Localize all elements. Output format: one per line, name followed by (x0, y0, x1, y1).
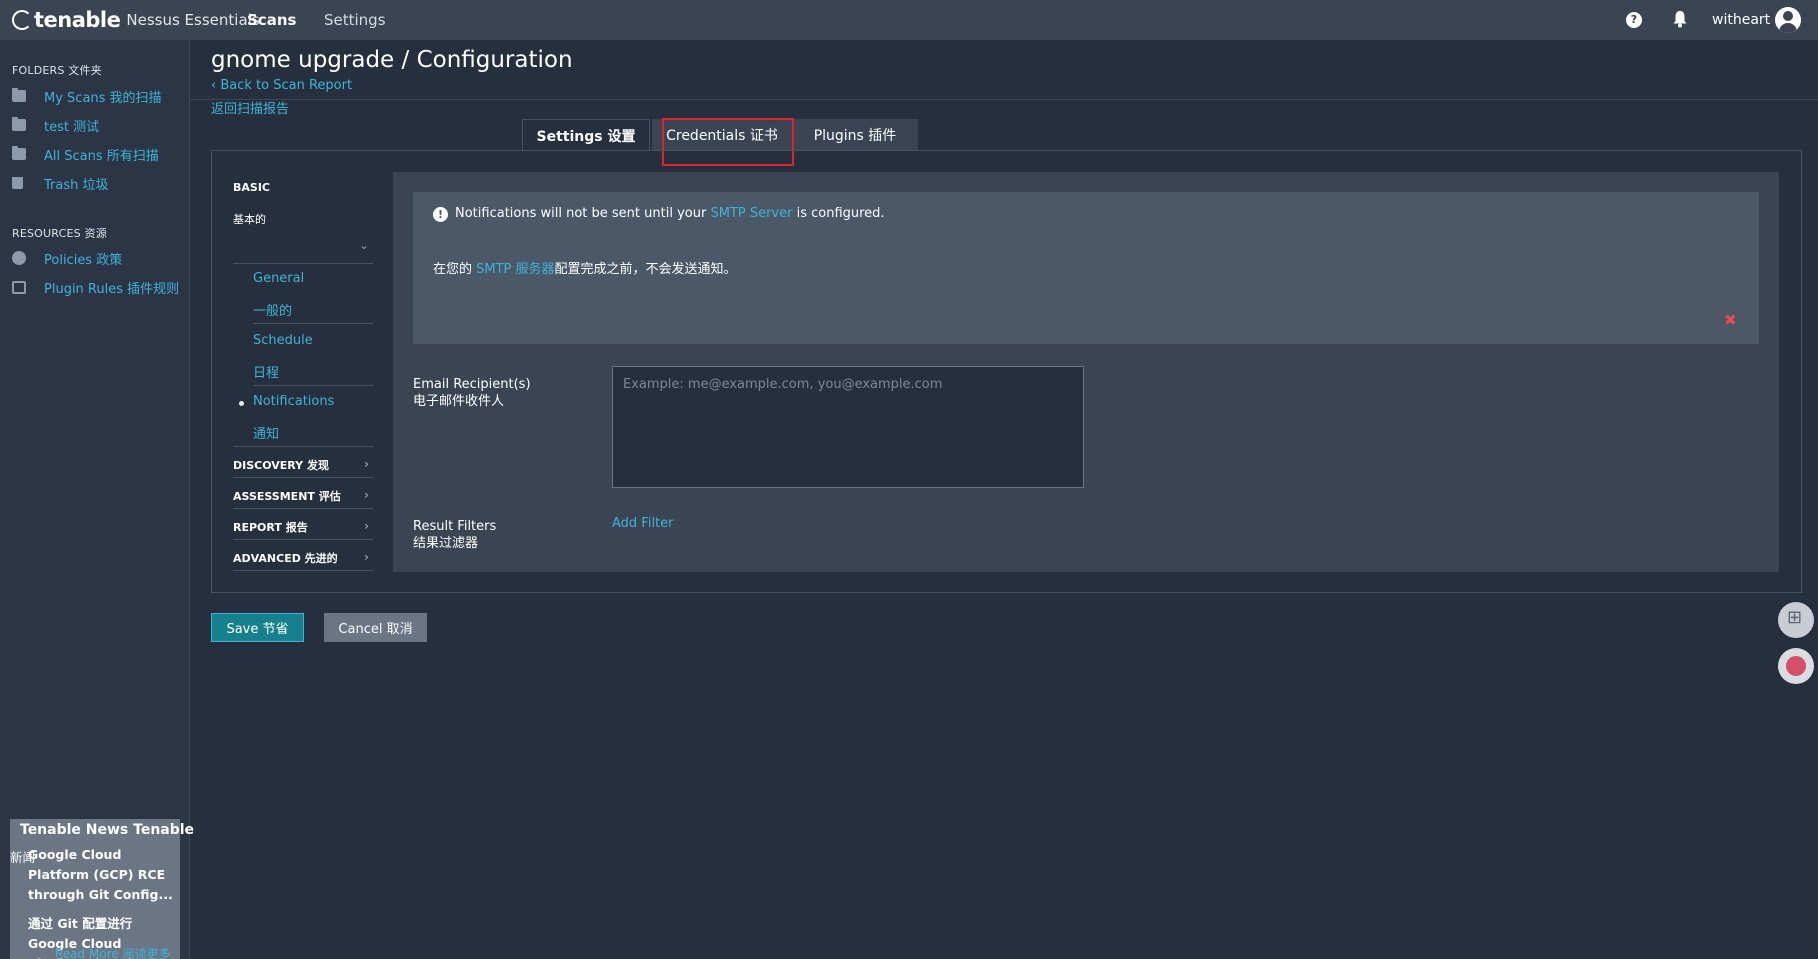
folder-icon (12, 146, 26, 160)
top-bar: tenable Nessus Essentials Scans Settings… (0, 0, 1818, 40)
alert-message-cn: 在您的 SMTP 服务器配置完成之前，不会发送通知。 (433, 262, 737, 277)
folder-icon (12, 117, 26, 131)
sidebar-item-test[interactable]: test 测试 (12, 115, 99, 135)
tenable-logo[interactable]: tenable Nessus Essentials (12, 8, 260, 32)
sidebar-item-label: All Scans 所有扫描 (44, 148, 159, 164)
section-assessment[interactable]: ASSESSMENT 评估 › (233, 488, 373, 504)
brand-name: tenable (34, 8, 121, 32)
settings-panel: BASIC 基本的 ⌄ General 一般的 Schedule 日程 Noti… (211, 150, 1802, 593)
back-to-scan-report-link[interactable]: ‹ Back to Scan Report (211, 78, 352, 93)
alert-message: Notifications will not be sent until you… (455, 206, 885, 221)
chevron-right-icon: › (364, 457, 369, 471)
add-filter-link[interactable]: Add Filter (612, 516, 674, 531)
section-discovery[interactable]: DISCOVERY 发现 › (233, 457, 373, 473)
nav-general[interactable]: General (253, 271, 304, 286)
news-title: Tenable News Tenable (20, 822, 195, 838)
active-item-dot (239, 401, 244, 406)
sidebar-item-label: Trash 垃圾 (44, 177, 109, 193)
username[interactable]: witheart (1712, 12, 1770, 28)
grid-widget-icon[interactable] (1778, 602, 1814, 638)
folders-heading: FOLDERS 文件夹 (12, 64, 102, 77)
basic-heading[interactable]: BASIC (233, 181, 270, 194)
folder-icon (12, 88, 26, 102)
email-recipients-input[interactable] (612, 366, 1084, 488)
nav-notifications[interactable]: Notifications (253, 394, 334, 409)
section-report[interactable]: REPORT 报告 › (233, 519, 373, 535)
tenable-logo-icon (12, 10, 32, 30)
sidebar-item-trash[interactable]: Trash 垃圾 (12, 173, 109, 193)
sidebar-item-label: test 测试 (44, 119, 100, 135)
email-recipients-label: Email Recipient(s) 电子邮件收件人 (413, 377, 531, 409)
chevron-right-icon: › (364, 519, 369, 533)
product-name: Nessus Essentials (126, 11, 260, 29)
smtp-server-link[interactable]: SMTP Server (710, 206, 792, 221)
section-advanced[interactable]: ADVANCED 先进的 › (233, 550, 373, 566)
user-avatar-icon[interactable] (1775, 7, 1801, 33)
page-title: gnome upgrade / Configuration (211, 47, 573, 73)
sidebar: FOLDERS 文件夹 My Scans 我的扫描 test 测试 All Sc… (0, 40, 194, 959)
news-read-more-link[interactable]: Read More 阅读更多 (55, 945, 171, 959)
basic-heading-cn: 基本的 (233, 213, 266, 226)
sidebar-item-policies[interactable]: Policies 政策 (12, 248, 122, 268)
trash-icon (12, 177, 23, 189)
news-headline[interactable]: Google Cloud Platform (GCP) RCE through … (28, 845, 174, 905)
tab-settings[interactable]: Settings 设置 (522, 119, 650, 151)
tenable-news-widget: Tenable News Tenable 新闻 Google Cloud Pla… (10, 819, 194, 959)
chevron-right-icon: › (364, 488, 369, 502)
save-button[interactable]: Save 节省 (211, 613, 304, 642)
bell-icon[interactable] (1672, 10, 1688, 28)
nav-schedule[interactable]: Schedule (253, 333, 313, 348)
header-divider (190, 99, 1818, 100)
nav-general-cn[interactable]: 一般的 (253, 300, 292, 319)
cancel-button[interactable]: Cancel 取消 (324, 613, 427, 642)
chevron-down-icon[interactable]: ⌄ (359, 238, 369, 252)
smtp-alert: ! Notifications will not be sent until y… (413, 192, 1759, 344)
chevron-right-icon: › (364, 550, 369, 564)
sidebar-item-my-scans[interactable]: My Scans 我的扫描 (12, 86, 162, 106)
translate-widget-icon[interactable] (1778, 648, 1814, 684)
result-filters-label: Result Filters 结果过滤器 (413, 519, 497, 551)
policy-icon (12, 251, 26, 265)
sidebar-item-label: Policies 政策 (44, 252, 123, 268)
notifications-content: ! Notifications will not be sent until y… (393, 172, 1779, 572)
sidebar-item-label: My Scans 我的扫描 (44, 90, 162, 106)
plugin-rules-icon (12, 280, 26, 294)
back-to-scan-report-link-cn[interactable]: 返回扫描报告 (211, 98, 289, 117)
nav-schedule-cn[interactable]: 日程 (253, 362, 279, 381)
nav-scans[interactable]: Scans (247, 11, 296, 29)
nav-notifications-cn[interactable]: 通知 (253, 423, 279, 442)
exclamation-icon: ! (433, 207, 448, 222)
close-icon[interactable]: ✖ (1724, 311, 1737, 329)
resources-heading: RESOURCES 资源 (12, 227, 107, 240)
sidebar-item-plugin-rules[interactable]: Plugin Rules 插件规则 (12, 277, 179, 297)
tab-plugins[interactable]: Plugins 插件 (792, 119, 918, 151)
smtp-server-link-cn[interactable]: SMTP 服务器 (476, 262, 554, 277)
help-icon[interactable]: ? (1626, 12, 1642, 28)
sidebar-item-all-scans[interactable]: All Scans 所有扫描 (12, 144, 159, 164)
sidebar-item-label: Plugin Rules 插件规则 (44, 281, 180, 297)
nav-settings[interactable]: Settings (324, 11, 386, 29)
